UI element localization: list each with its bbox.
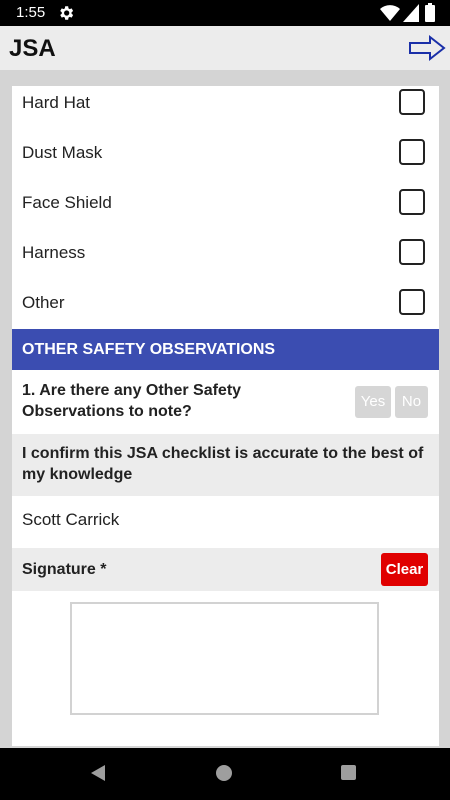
battery-icon	[425, 3, 435, 22]
signer-name: Scott Carrick	[22, 510, 120, 529]
signature-pad[interactable]	[70, 602, 379, 715]
ppe-item-label: Hard Hat	[22, 93, 91, 112]
no-button[interactable]: No	[395, 386, 428, 418]
status-bar: 1:55	[0, 0, 450, 26]
ppe-item-label: Other	[22, 293, 65, 312]
signal-icon	[403, 4, 419, 22]
ppe-item-dust-mask: Dust Mask	[12, 136, 439, 186]
signer-row: Scott Carrick	[12, 496, 439, 548]
recent-apps-icon[interactable]	[341, 765, 356, 780]
ppe-item-harness: Harness	[12, 236, 439, 286]
wifi-icon	[380, 5, 400, 21]
other-checkbox[interactable]	[399, 289, 425, 315]
question-row: 1. Are there any Other Safety Observatio…	[12, 370, 439, 434]
section-title: OTHER SAFETY OBSERVATIONS	[22, 341, 276, 358]
section-header: OTHER SAFETY OBSERVATIONS	[12, 329, 439, 370]
arrow-right-icon[interactable]	[408, 34, 446, 62]
form-content: Hard Hat Dust Mask Face Shield Harness O…	[12, 86, 439, 746]
ppe-item-face-shield: Face Shield	[12, 186, 439, 236]
system-nav-bar	[0, 748, 450, 800]
clear-signature-button[interactable]: Clear	[381, 553, 428, 586]
face-shield-checkbox[interactable]	[399, 189, 425, 215]
ppe-item-label: Harness	[22, 243, 86, 262]
ppe-item-label: Dust Mask	[22, 143, 103, 162]
ppe-item-hard-hat: Hard Hat	[12, 86, 439, 136]
ppe-item-label: Face Shield	[22, 193, 112, 212]
harness-checkbox[interactable]	[399, 239, 425, 265]
question-text: 1. Are there any Other Safety Observatio…	[22, 382, 242, 420]
home-icon[interactable]	[216, 765, 232, 781]
confirm-row: I confirm this JSA checklist is accurate…	[12, 434, 439, 496]
signature-row: Signature * Clear	[12, 548, 439, 591]
confirm-text: I confirm this JSA checklist is accurate…	[22, 445, 424, 483]
page-title: JSA	[9, 35, 56, 62]
dust-mask-checkbox[interactable]	[399, 139, 425, 165]
signature-label: Signature *	[22, 561, 107, 578]
status-time: 1:55	[16, 4, 46, 21]
yes-button[interactable]: Yes	[355, 386, 391, 418]
app-bar: JSA	[0, 26, 450, 70]
back-icon[interactable]	[90, 764, 106, 782]
gear-icon	[60, 6, 74, 20]
hard-hat-checkbox[interactable]	[399, 89, 425, 115]
